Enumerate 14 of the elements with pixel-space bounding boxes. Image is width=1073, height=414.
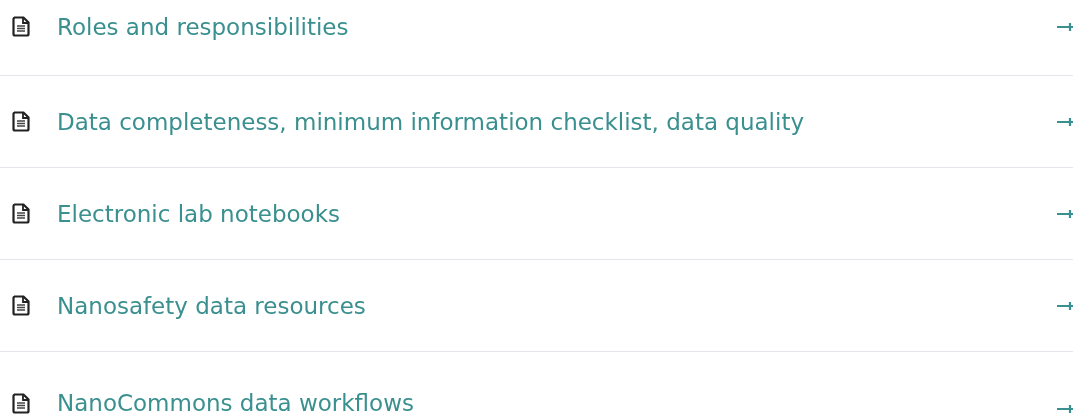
document-icon xyxy=(12,111,30,132)
topic-link[interactable]: NanoCommons data workflows xyxy=(57,392,414,414)
topic-link[interactable]: Data completeness, minimum information checklist, data quality xyxy=(57,110,805,133)
document-icon xyxy=(12,16,30,37)
topic-link[interactable]: Nanosafety data resources xyxy=(57,294,366,317)
topic-link[interactable]: Roles and responsibilities xyxy=(57,15,349,38)
arrow-icon[interactable] xyxy=(1057,300,1073,311)
topic-link[interactable]: Electronic lab notebooks xyxy=(57,202,340,225)
document-icon xyxy=(12,295,30,316)
arrow-icon[interactable] xyxy=(1057,208,1073,219)
document-icon xyxy=(12,203,30,224)
arrow-icon[interactable] xyxy=(1057,21,1073,32)
arrow-icon[interactable] xyxy=(1057,116,1073,127)
arrow-icon[interactable] xyxy=(1057,404,1073,414)
